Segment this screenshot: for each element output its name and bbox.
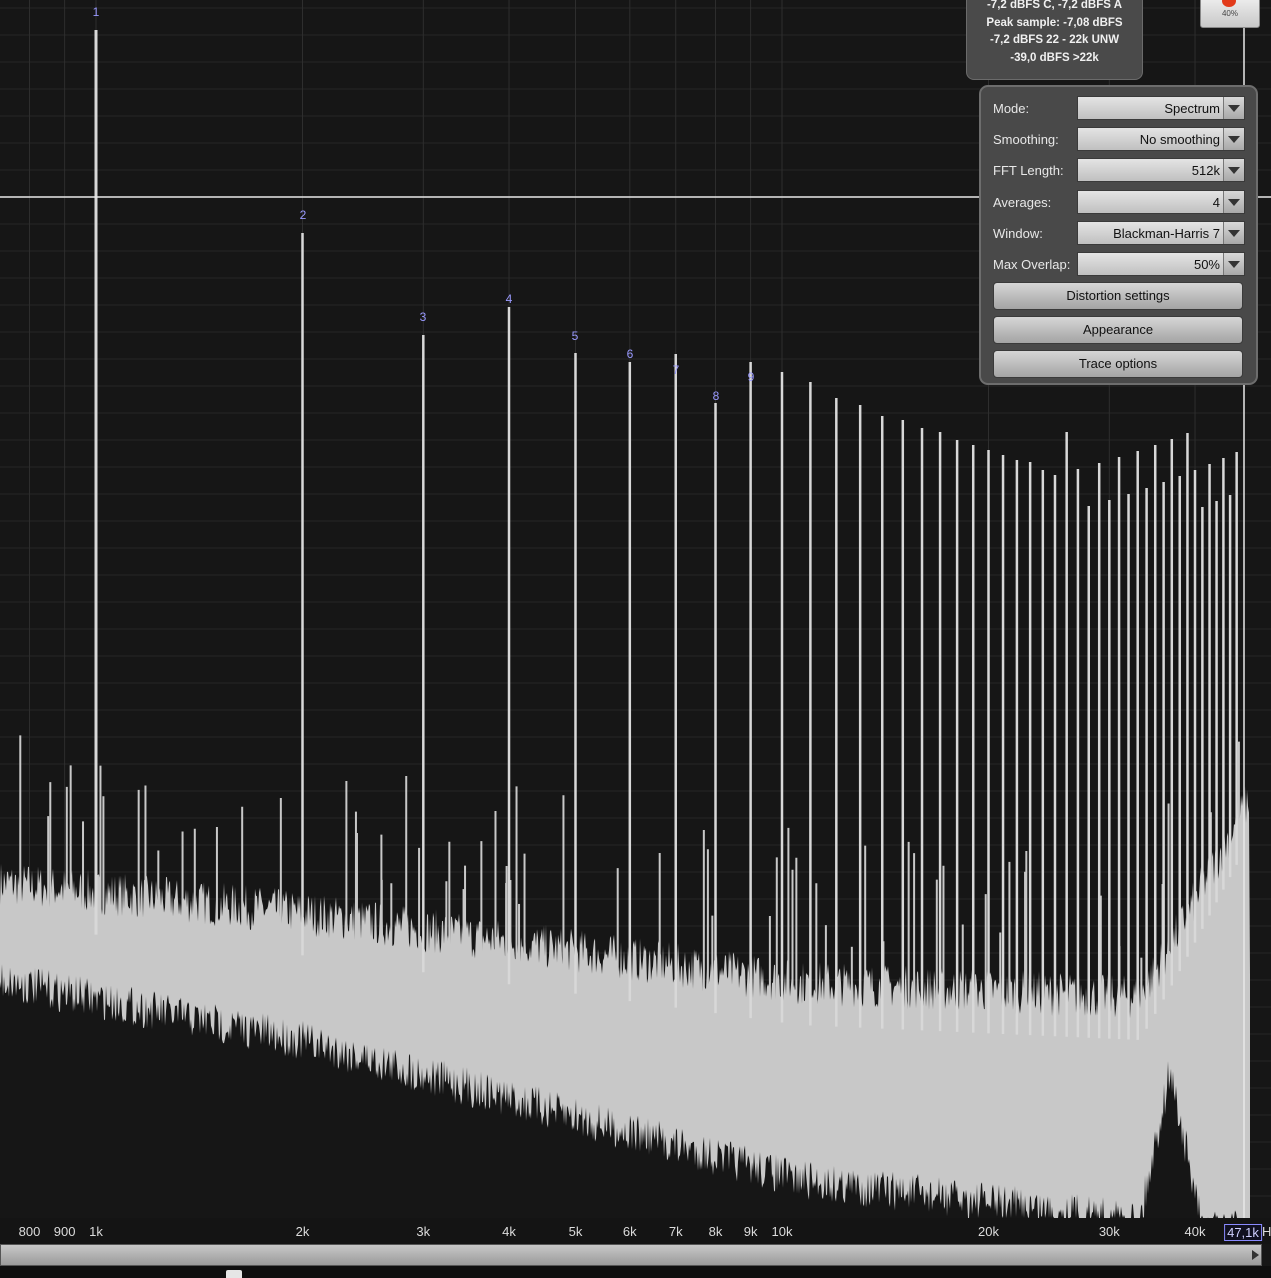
info-line-unweighted: -7,2 dBFS 22 - 22k UNW (989, 34, 1120, 46)
chevron-down-icon[interactable] (1223, 128, 1244, 150)
averages-select[interactable]: 4 (1077, 190, 1245, 214)
fft-length-label: FFT Length: (993, 163, 1064, 178)
x-tick-label: 6k (622, 1224, 637, 1239)
chevron-down-icon[interactable] (1223, 97, 1244, 119)
x-tick-label: 40k (1184, 1224, 1206, 1239)
mode-value: Spectrum (1164, 101, 1220, 116)
smoothing-value: No smoothing (1139, 132, 1220, 147)
averages-label: Averages: (993, 195, 1052, 210)
chevron-down-icon[interactable] (1223, 222, 1244, 244)
x-tick-label: 7k (668, 1224, 683, 1239)
window-row: Window: Blackman-Harris 7 (993, 221, 1247, 245)
x-tick-label: 30k (1098, 1224, 1120, 1239)
window-label: Window: (993, 226, 1043, 241)
window-select[interactable]: Blackman-Harris 7 (1077, 221, 1245, 245)
record-dot-icon (1222, 0, 1236, 7)
harmonic-marker-8: 8 (712, 389, 720, 403)
bottom-slider-handle[interactable] (226, 1270, 242, 1278)
averages-value: 4 (1212, 195, 1220, 210)
fft-length-value: 512k (1191, 163, 1220, 178)
x-axis-unit: H (1262, 1224, 1271, 1239)
window-value: Blackman-Harris 7 (1113, 226, 1220, 241)
chevron-down-icon[interactable] (1223, 191, 1244, 213)
x-tick-label: 3k (416, 1224, 431, 1239)
trace-options-button[interactable]: Trace options (993, 350, 1243, 378)
x-tick-label: 1k (89, 1224, 103, 1239)
smoothing-label: Smoothing: (993, 132, 1059, 147)
mode-row: Mode: Spectrum (993, 96, 1247, 120)
harmonic-marker-6: 6 (626, 347, 634, 361)
max-overlap-select[interactable]: 50% (1077, 252, 1245, 276)
x-tick-label: 2k (295, 1224, 310, 1239)
settings-panel: Mode: Spectrum Smoothing: No smoothing F… (979, 85, 1258, 385)
x-tick-label: 5k (568, 1224, 583, 1239)
cursor-frequency-readout: 47,1k (1224, 1224, 1262, 1241)
smoothing-row: Smoothing: No smoothing (993, 127, 1247, 151)
mode-label: Mode: (993, 101, 1030, 116)
harmonic-marker-4: 4 (505, 292, 513, 306)
x-tick-label: 10k (771, 1224, 793, 1239)
chevron-down-icon[interactable] (1223, 159, 1244, 181)
record-level-label: 40% (1221, 9, 1238, 18)
harmonic-marker-2: 2 (299, 208, 307, 222)
horizontal-scrollbar[interactable] (0, 1244, 1262, 1266)
x-tick-label: 4k (502, 1224, 516, 1239)
level-info-panel: -7,2 dBFS C, -7,2 dBFS A Peak sample: -7… (966, 0, 1143, 80)
chevron-down-icon[interactable] (1223, 253, 1244, 275)
x-tick-label: 9k (743, 1224, 758, 1239)
max-overlap-row: Max Overlap: 50% (993, 252, 1247, 276)
appearance-button[interactable]: Appearance (993, 316, 1243, 344)
averages-row: Averages: 4 (993, 190, 1247, 214)
max-overlap-value: 50% (1193, 257, 1220, 272)
smoothing-select[interactable]: No smoothing (1077, 127, 1245, 151)
mode-select[interactable]: Spectrum (1077, 96, 1245, 120)
fft-length-row: FFT Length: 512k (993, 158, 1247, 182)
harmonic-marker-5: 5 (571, 329, 579, 343)
distortion-settings-button[interactable]: Distortion settings (993, 282, 1243, 310)
scroll-right-icon[interactable] (1252, 1250, 1259, 1260)
max-overlap-label: Max Overlap: (993, 257, 1071, 272)
info-line-peak: Peak sample: -7,08 dBFS (986, 16, 1123, 29)
harmonic-marker-3: 3 (419, 310, 427, 324)
harmonic-marker-1: 1 (92, 5, 100, 19)
info-line-above-22k: -39,0 dBFS >22k (1010, 51, 1099, 64)
bottom-strip (0, 1266, 1271, 1278)
x-tick-label: 20k (978, 1224, 999, 1239)
record-button[interactable]: 40% (1200, 0, 1260, 28)
x-tick-label: 800 (18, 1224, 41, 1239)
harmonic-marker-7: 7 (672, 363, 680, 377)
x-tick-label: 8k (708, 1224, 723, 1239)
x-tick-label: 900 (53, 1224, 76, 1239)
fft-length-select[interactable]: 512k (1077, 158, 1245, 182)
harmonic-marker-9: 9 (747, 370, 755, 384)
info-line-weighted: -7,2 dBFS C, -7,2 dBFS A (986, 0, 1123, 11)
